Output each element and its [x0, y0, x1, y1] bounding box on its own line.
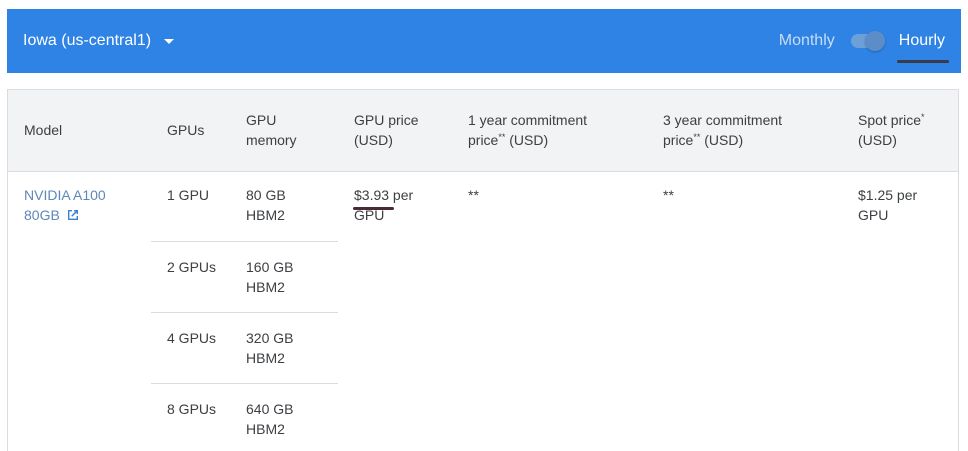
region-selector-label: Iowa (us-central1) — [23, 32, 152, 49]
col-header-spot-line1: Spot price — [858, 112, 922, 128]
gpu-pricing-table: Model GPUs GPU memory GPU price (USD) 1 … — [7, 89, 959, 451]
switch-thumb — [864, 31, 885, 51]
memory-size-3: 320 GB — [246, 330, 294, 346]
region-selector[interactable]: Iowa (us-central1) — [23, 30, 175, 52]
memory-cell-4: 640 GB HBM2 — [246, 399, 293, 439]
spot-price-cell: $1.25 per GPU — [858, 185, 917, 225]
billing-period-toggle: Monthly Hourly — [779, 30, 949, 63]
col-header-gpu-price-line1: GPU price — [354, 112, 419, 128]
chevron-down-icon — [164, 39, 175, 44]
spot-price-line1: $1.25 per — [858, 187, 918, 203]
gpu-price-line1: $3.93 per — [354, 187, 414, 203]
row-divider — [151, 312, 338, 313]
model-name-line2: 80GB — [24, 207, 60, 223]
hourly-label[interactable]: Hourly — [896, 30, 949, 63]
row-divider — [151, 241, 338, 242]
gpu-price-underline-annotation — [353, 207, 394, 210]
col-header-3yr-line2: price — [663, 132, 694, 148]
col-header-spot-footnote-mark: * — [921, 112, 925, 122]
col-header-1yr-line2: price — [468, 132, 499, 148]
three-year-price-cell: ** — [663, 187, 674, 203]
gpus-cell-4: 8 GPUs — [167, 401, 217, 417]
monthly-label[interactable]: Monthly — [779, 30, 835, 52]
model-name-line1: NVIDIA A100 — [24, 187, 106, 203]
col-header-1yr-commitment: 1 year commitment price** (USD) — [468, 110, 587, 150]
spot-price-line2: GPU — [858, 207, 889, 223]
col-header-gpu-memory: GPU memory — [246, 110, 297, 150]
billing-period-switch[interactable] — [850, 31, 885, 51]
col-header-gpu-price-line2: (USD) — [354, 132, 393, 148]
gpus-cell-3: 4 GPUs — [167, 330, 217, 346]
col-header-3yr-commitment: 3 year commitment price** (USD) — [663, 110, 782, 150]
col-header-spot-price: Spot price* (USD) — [858, 110, 925, 150]
memory-size-1: 80 GB — [246, 187, 286, 203]
table-header-row: Model GPUs GPU memory GPU price (USD) 1 … — [8, 90, 958, 172]
memory-type-2: HBM2 — [246, 279, 285, 295]
col-header-1yr-line1: 1 year commitment — [468, 112, 588, 128]
col-header-gpu-memory-line1: GPU — [246, 112, 277, 128]
col-header-gpus: GPUs — [167, 122, 205, 138]
memory-cell-1: 80 GB HBM2 — [246, 185, 286, 225]
col-header-1yr-unit: (USD) — [505, 132, 549, 148]
gpus-cell-1: 1 GPU — [167, 187, 210, 203]
col-header-3yr-line1: 3 year commitment — [663, 112, 783, 128]
pricing-header-bar: Iowa (us-central1) Monthly Hourly — [7, 9, 961, 73]
col-header-3yr-unit: (USD) — [700, 132, 744, 148]
col-header-gpu-price: GPU price (USD) — [354, 110, 419, 150]
model-cell: NVIDIA A100 80GB — [24, 185, 106, 227]
memory-type-4: HBM2 — [246, 421, 285, 437]
one-year-price-cell: ** — [468, 187, 479, 203]
col-header-model: Model — [24, 122, 63, 138]
col-header-gpu-memory-line2: memory — [246, 132, 297, 148]
memory-size-4: 640 GB — [246, 401, 294, 417]
hourly-underline-annotation — [896, 60, 949, 63]
row-divider — [151, 383, 338, 384]
gpu-price-cell: $3.93 per GPU — [354, 185, 413, 225]
gpus-cell-2: 2 GPUs — [167, 259, 217, 275]
memory-size-2: 160 GB — [246, 259, 294, 275]
hourly-label-text: Hourly — [898, 32, 945, 49]
memory-cell-2: 160 GB HBM2 — [246, 257, 293, 297]
model-link[interactable]: NVIDIA A100 80GB — [24, 187, 106, 223]
col-header-spot-line2: (USD) — [858, 132, 897, 148]
memory-type-3: HBM2 — [246, 350, 285, 366]
open-in-new-icon[interactable] — [66, 207, 80, 227]
memory-type-1: HBM2 — [246, 207, 285, 223]
memory-cell-3: 320 GB HBM2 — [246, 328, 293, 368]
